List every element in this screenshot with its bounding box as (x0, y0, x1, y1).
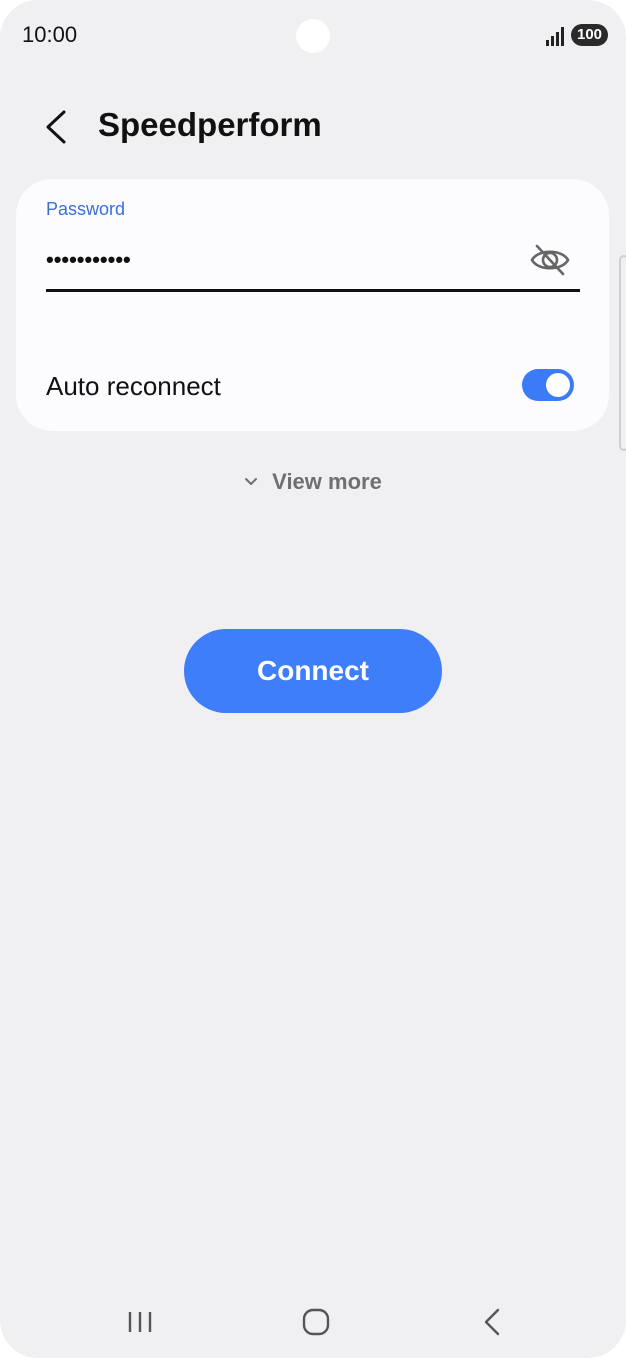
navigation-bar (0, 1282, 626, 1358)
app-bar: Speedperform (0, 96, 626, 160)
recent-apps-icon (128, 1312, 152, 1332)
home-button[interactable] (296, 1302, 336, 1342)
network-settings-card: Password ••••••••••• Auto reconnect (16, 179, 609, 431)
back-button[interactable] (36, 104, 80, 150)
chevron-down-icon (245, 478, 258, 485)
password-value[interactable]: ••••••••••• (46, 247, 131, 273)
scroll-indicator (619, 255, 626, 451)
status-time: 10:00 (22, 22, 78, 47)
phone-screen: 10:00 100 Speedperform Password ••••••••… (0, 0, 626, 1358)
view-more-label: View more (272, 469, 382, 494)
signal-icon (546, 27, 564, 46)
battery-badge: 100 (571, 24, 608, 46)
page-title: Speedperform (98, 106, 322, 143)
switch-knob (546, 373, 570, 397)
chevron-left-icon (46, 110, 66, 144)
home-icon (302, 1308, 330, 1336)
eye-off-icon (530, 244, 570, 276)
auto-reconnect-switch[interactable] (522, 369, 574, 401)
nav-back-button[interactable] (472, 1302, 512, 1342)
password-label: Password (46, 199, 126, 219)
auto-reconnect-label: Auto reconnect (46, 371, 221, 401)
camera-cutout (296, 19, 330, 53)
auto-reconnect-row[interactable]: Auto reconnect (46, 355, 580, 419)
connect-button[interactable]: Connect (184, 629, 442, 713)
password-field[interactable]: ••••••••••• (46, 231, 580, 292)
view-more-button[interactable]: View more (0, 464, 626, 500)
recent-apps-button[interactable] (120, 1302, 160, 1342)
back-icon (484, 1308, 500, 1336)
password-visibility-toggle[interactable] (528, 241, 572, 279)
status-bar: 10:00 100 (0, 0, 626, 72)
